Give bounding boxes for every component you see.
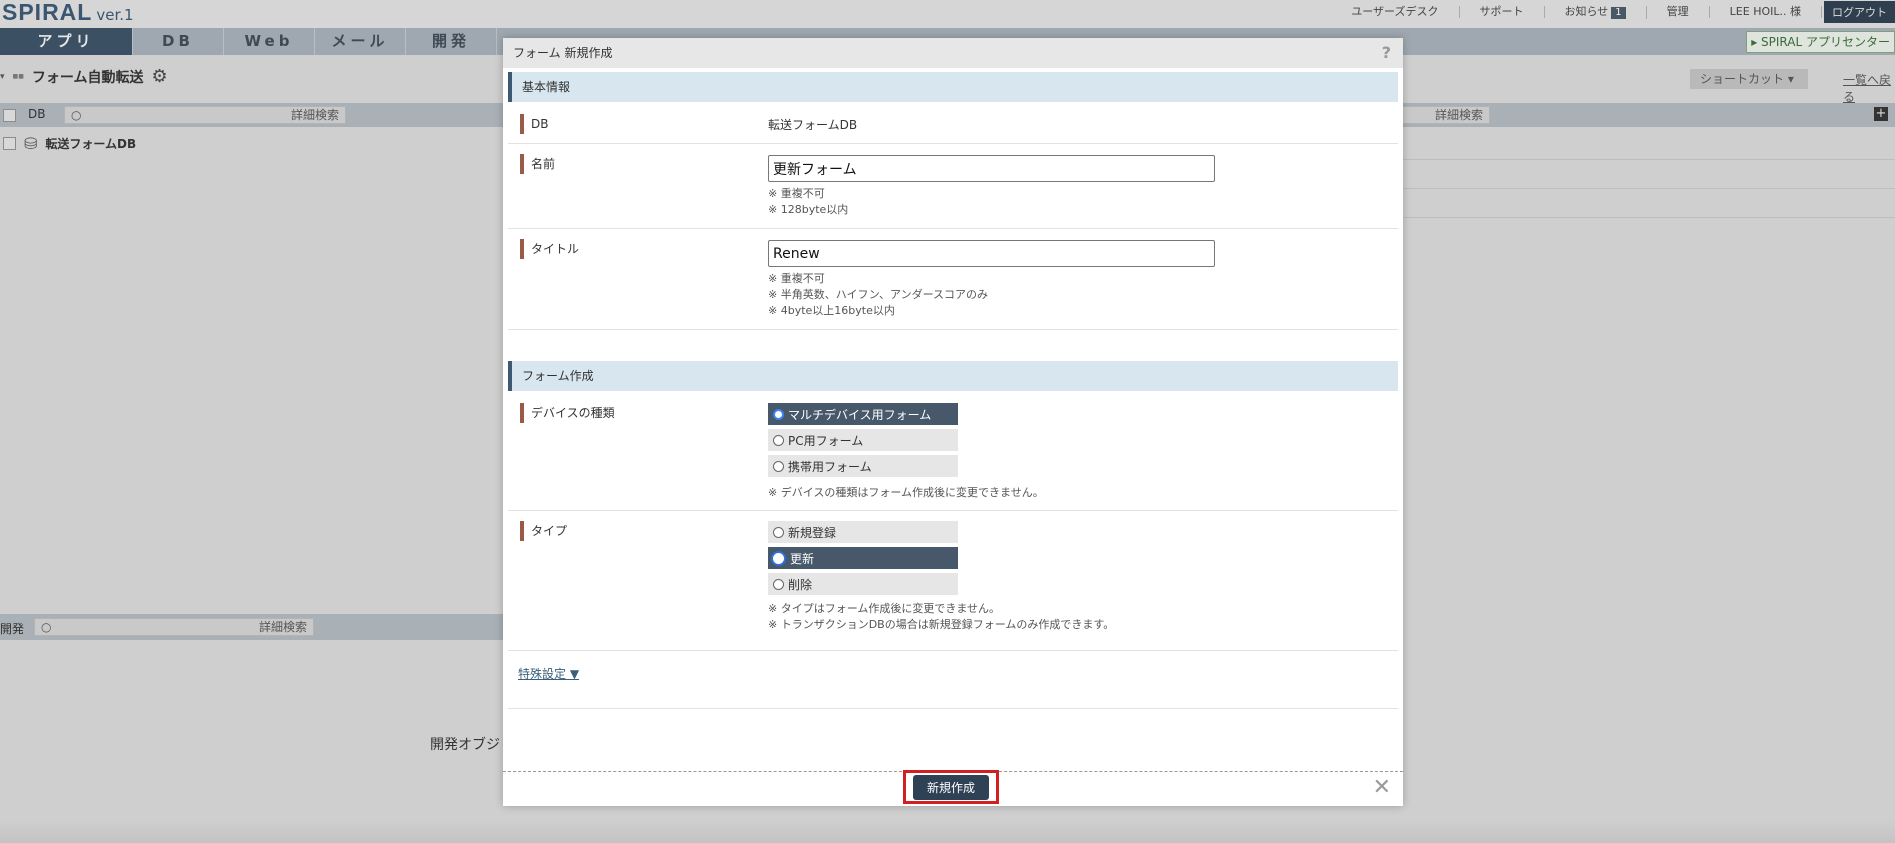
shortcut-label: ショートカット <box>1700 72 1785 86</box>
radio-dot <box>771 550 786 566</box>
name-input[interactable] <box>768 155 1215 182</box>
notice-link[interactable]: お知らせ 1 <box>1545 4 1647 19</box>
db-column-label: DB <box>28 107 46 121</box>
radio-dot <box>773 408 784 420</box>
chevron-down-icon: ▾ <box>1787 72 1794 86</box>
field-device-type: デバイスの種類 マルチデバイス用フォーム PC用フォーム 携帯用フォーム ※ デ… <box>508 393 1398 511</box>
notice-label: お知らせ <box>1564 4 1609 18</box>
dev-label: 開発 <box>0 622 25 636</box>
tab-dev[interactable]: 開発 <box>406 28 497 55</box>
tab-mail[interactable]: メール <box>315 28 406 55</box>
shortcut-dropdown[interactable]: ショートカット ▾ <box>1690 69 1808 89</box>
dev-detail-search-link[interactable]: 詳細検索 <box>259 620 307 634</box>
notice-badge: 1 <box>1611 6 1626 19</box>
radio-dot <box>773 578 784 590</box>
create-button-highlight: 新規作成 <box>903 770 999 804</box>
new-form-dialog: フォーム 新規作成 ? 基本情報 DB 転送フォームDB 名前 ※ 重複不可 ※… <box>503 38 1403 806</box>
search-icon: ○ <box>71 108 82 122</box>
type-update-label: 更新 <box>790 551 815 566</box>
user-name[interactable]: LEE HOIL.. 様 <box>1710 6 1822 18</box>
close-icon[interactable]: ✕ <box>1373 776 1391 800</box>
special-settings-toggle[interactable]: 特殊設定 ▼ <box>518 665 579 682</box>
tab-web[interactable]: Web <box>224 28 315 55</box>
type-update-radio[interactable]: 更新 <box>768 547 958 569</box>
dialog-title: フォーム 新規作成 <box>513 46 613 60</box>
help-icon[interactable]: ? <box>1382 38 1391 68</box>
type-delete-label: 削除 <box>788 577 813 592</box>
top-links: ユーザーズデスク サポート お知らせ 1 管理 LEE HOIL.. 様 ログアウ… <box>1331 0 1895 24</box>
radio-dot <box>773 434 784 446</box>
name-note-length: ※ 128byte以内 <box>768 203 849 216</box>
page-title: フォーム自動転送 <box>31 69 144 86</box>
right-detail-search[interactable]: 詳細検索 <box>1400 106 1490 124</box>
app-center-button[interactable]: ▸ SPIRAL アプリセンター <box>1746 31 1895 53</box>
field-name: 名前 ※ 重複不可 ※ 128byte以内 <box>508 144 1398 229</box>
database-icon: ⛁ <box>24 133 38 153</box>
db-row-name[interactable]: 転送フォームDB <box>45 135 136 152</box>
dev-empty-message: 開発オブジ <box>430 737 500 753</box>
db-list-item[interactable]: ⛁ 転送フォームDB <box>0 131 136 155</box>
users-desk-link[interactable]: ユーザーズデスク <box>1331 6 1460 18</box>
search-icon: ○ <box>41 620 52 634</box>
device-multi-radio[interactable]: マルチデバイス用フォーム <box>768 403 958 425</box>
field-type: タイプ 新規登録 更新 削除 ※ タイプはフォーム作成後に変更できません。 ※ … <box>508 511 1398 651</box>
app-badge-icon: ■■ <box>12 73 24 80</box>
type-delete-radio[interactable]: 削除 <box>768 573 958 595</box>
device-pc-radio[interactable]: PC用フォーム <box>768 429 958 451</box>
name-note-unique: ※ 重複不可 <box>768 187 825 200</box>
type-note-fixed: ※ タイプはフォーム作成後に変更できません。 <box>768 602 1001 615</box>
logout-button[interactable]: ログアウト <box>1824 1 1895 23</box>
tab-db[interactable]: DB <box>133 28 224 55</box>
db-value: 転送フォームDB <box>768 118 858 132</box>
title-note-length: ※ 4byte以上16byte以内 <box>768 304 895 317</box>
db-label: DB <box>520 114 548 134</box>
tab-app[interactable]: アプリ <box>0 28 133 55</box>
section-form-create: フォーム作成 <box>508 361 1398 391</box>
db-search-input[interactable]: ○ 詳細検索 <box>64 106 346 124</box>
detail-search-link[interactable]: 詳細検索 <box>291 108 339 122</box>
bottom-band <box>0 820 1895 843</box>
add-icon[interactable]: + <box>1874 107 1888 121</box>
device-pc-label: PC用フォーム <box>788 433 864 448</box>
dev-list-header: 開発 ○ 詳細検索 <box>0 614 520 640</box>
select-all-checkbox[interactable] <box>3 109 16 122</box>
divider <box>508 708 1398 709</box>
field-db: DB 転送フォームDB <box>508 104 1398 144</box>
collapse-icon[interactable]: ▾ <box>0 72 5 82</box>
page-header: ▾ ■■ フォーム自動転送 ⚙ <box>0 66 168 87</box>
create-button[interactable]: 新規作成 <box>912 774 989 800</box>
type-label: タイプ <box>520 521 567 541</box>
title-note-unique: ※ 重複不可 <box>768 272 825 285</box>
logo-version: ver.1 <box>96 6 134 24</box>
radio-dot <box>773 526 784 538</box>
admin-link[interactable]: 管理 <box>1647 6 1710 18</box>
dev-search-input[interactable]: ○ 詳細検索 <box>34 618 314 636</box>
logo-text: SPIRAL <box>2 0 93 25</box>
back-to-list-link[interactable]: 一覧へ戻る <box>1843 71 1895 105</box>
title-input[interactable] <box>768 240 1215 267</box>
row-checkbox[interactable] <box>3 136 16 150</box>
device-label: デバイスの種類 <box>520 403 615 423</box>
dialog-footer: 新規作成 ✕ <box>503 770 1403 806</box>
field-title: タイトル ※ 重複不可 ※ 半角英数、ハイフン、アンダースコアのみ ※ 4byt… <box>508 229 1398 330</box>
gear-icon[interactable]: ⚙ <box>151 66 167 87</box>
title-label: タイトル <box>520 239 579 259</box>
name-label: 名前 <box>520 154 555 174</box>
device-multi-label: マルチデバイス用フォーム <box>788 407 932 422</box>
device-mobile-label: 携帯用フォーム <box>788 459 872 474</box>
type-new-radio[interactable]: 新規登録 <box>768 521 958 543</box>
device-mobile-radio[interactable]: 携帯用フォーム <box>768 455 958 477</box>
top-bar: SPIRAL ver.1 ユーザーズデスク サポート お知らせ 1 管理 LEE … <box>0 0 1895 28</box>
dialog-title-bar: フォーム 新規作成 ? <box>503 38 1403 68</box>
title-note-chars: ※ 半角英数、ハイフン、アンダースコアのみ <box>768 288 989 301</box>
right-list <box>1400 131 1895 218</box>
type-new-label: 新規登録 <box>788 525 837 540</box>
type-note-transaction: ※ トランザクションDBの場合は新規登録フォームのみ作成できます。 <box>768 618 1115 631</box>
device-note: ※ デバイスの種類はフォーム作成後に変更できません。 <box>768 486 1044 499</box>
radio-dot <box>773 460 784 472</box>
logo[interactable]: SPIRAL ver.1 <box>2 0 134 26</box>
app-center-label: SPIRAL アプリセンター <box>1761 35 1890 49</box>
support-link[interactable]: サポート <box>1460 6 1545 18</box>
section-basic-info: 基本情報 <box>508 72 1398 102</box>
